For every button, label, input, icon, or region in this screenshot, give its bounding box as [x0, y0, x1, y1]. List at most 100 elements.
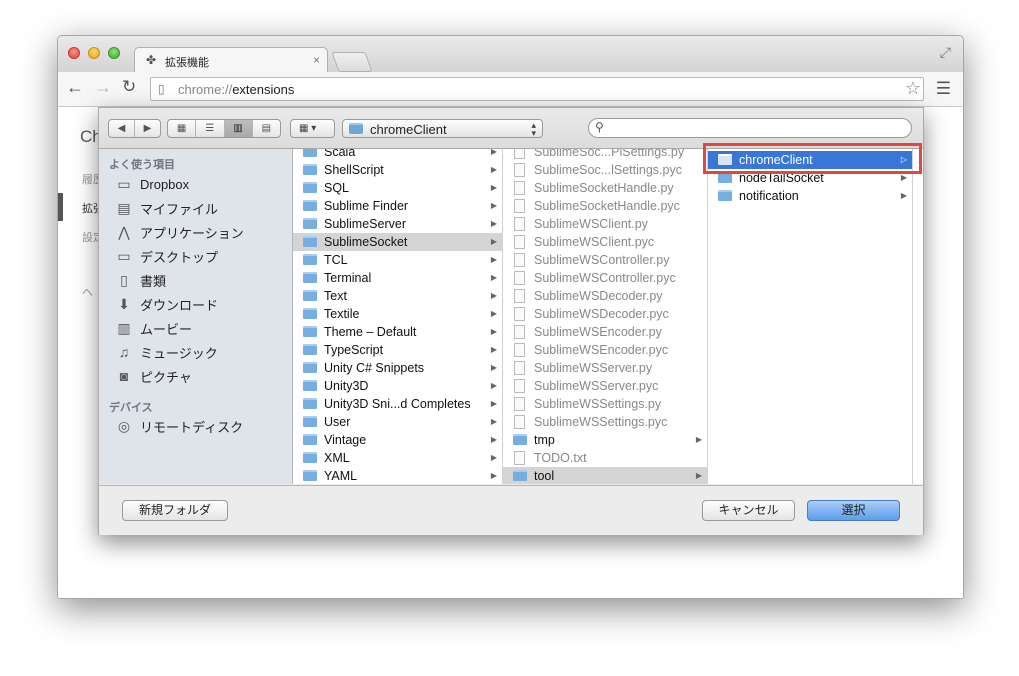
folder-row[interactable]: TypeScript ▶ — [293, 341, 502, 359]
file-row[interactable]: SublimeWSEncoder.py — [503, 323, 707, 341]
bookmark-star-icon[interactable]: ☆ — [905, 78, 921, 99]
folder-row[interactable]: Unity3D ▶ — [293, 377, 502, 395]
item-name: Unity C# Snippets — [324, 361, 425, 375]
back-arrow-icon[interactable]: ◀ — [109, 120, 134, 137]
file-row[interactable]: SublimeWSClient.py — [503, 215, 707, 233]
sidebar-item-remote-disc[interactable]: ◎ リモートディスク — [115, 415, 243, 437]
select-button[interactable]: 選択 — [807, 500, 900, 521]
folder-row[interactable]: Terminal ▶ — [293, 269, 502, 287]
folder-row[interactable]: Unity C# Snippets ▶ — [293, 359, 502, 377]
folder-row[interactable]: tmp ▶ — [503, 431, 707, 449]
sidebar-item-label: ムービー — [140, 321, 193, 337]
fullscreen-icon[interactable]: ⤢ — [940, 44, 951, 61]
sidebar-item-movies[interactable]: ▥ ムービー — [115, 317, 192, 339]
search-input[interactable]: ⚲ — [588, 118, 912, 138]
arrange-menu-button[interactable]: ▦ ▾ — [290, 119, 335, 138]
close-window-button[interactable] — [68, 47, 80, 59]
tab-close-button[interactable]: × — [313, 53, 320, 67]
folder-icon — [303, 164, 317, 175]
sidebar-item-downloads[interactable]: ⬇ ダウンロード — [115, 293, 218, 315]
browser-column-1: Scala ▶ ShellScript ▶ SQL ▶ Sublime Finder ▶ Sub… — [293, 149, 503, 484]
sidebar-item-desktop[interactable]: ▭ デスクトップ — [115, 245, 218, 267]
sidebar-item-documents[interactable]: ▯ 書類 — [115, 269, 166, 291]
file-row[interactable]: SublimeWSClient.pyc — [503, 233, 707, 251]
cancel-button[interactable]: キャンセル — [702, 500, 795, 521]
file-row[interactable]: SublimeSoc...PlSettings.py — [503, 149, 707, 161]
file-row[interactable]: SublimeWSDecoder.py — [503, 287, 707, 305]
file-row[interactable]: SublimeWSSettings.py — [503, 395, 707, 413]
icon-view-icon[interactable]: ▦ — [168, 120, 195, 137]
file-row[interactable]: SublimeWSController.pyc — [503, 269, 707, 287]
folder-row[interactable]: YAML ▶ — [293, 467, 502, 484]
reload-button[interactable]: ↻ — [122, 77, 136, 97]
folder-row[interactable]: notification ▶ — [708, 187, 912, 205]
zoom-window-button[interactable] — [108, 47, 120, 59]
folder-row[interactable]: tool ▶ — [503, 467, 707, 484]
browser-column-empty — [913, 149, 923, 484]
document-icon — [514, 307, 525, 321]
sidebar-item-my-files[interactable]: ▤ マイファイル — [115, 197, 218, 219]
forward-arrow-icon[interactable]: ▶ — [134, 120, 160, 137]
folder-row[interactable]: SublimeSocket ▶ — [293, 233, 502, 251]
folder-row[interactable]: Vintage ▶ — [293, 431, 502, 449]
folder-row[interactable]: Unity3D Sni...d Completes ▶ — [293, 395, 502, 413]
file-row[interactable]: SublimeWSEncoder.pyc — [503, 341, 707, 359]
file-row[interactable]: SublimeSoc...lSettings.pyc — [503, 161, 707, 179]
sidebar-item-music[interactable]: ♫ ミュージック — [115, 341, 218, 363]
page-icon: ▯ — [158, 82, 165, 96]
folder-row[interactable]: Sublime Finder ▶ — [293, 197, 502, 215]
folder-icon — [303, 380, 317, 391]
document-icon — [514, 343, 525, 357]
folder-icon — [513, 470, 527, 481]
folder-row[interactable]: Theme – Default ▶ — [293, 323, 502, 341]
folder-row[interactable]: XML ▶ — [293, 449, 502, 467]
file-row[interactable]: SublimeWSController.py — [503, 251, 707, 269]
coverflow-view-icon[interactable]: ▤ — [251, 120, 280, 137]
item-name: SublimeWSEncoder.py — [534, 325, 662, 339]
folder-icon — [303, 416, 317, 427]
updown-arrows-icon: ▴ ▾ — [531, 120, 536, 138]
folder-row[interactable]: TCL ▶ — [293, 251, 502, 269]
column-view-icon[interactable]: ▥ — [223, 120, 252, 137]
forward-button[interactable]: → — [94, 77, 112, 98]
minimize-window-button[interactable] — [88, 47, 100, 59]
folder-icon — [303, 149, 317, 157]
file-row[interactable]: SublimeWSSettings.pyc — [503, 413, 707, 431]
path-popup-button[interactable]: chromeClient ▴ ▾ — [342, 119, 543, 138]
folder-icon — [303, 200, 317, 211]
disclosure-arrow-icon: ▶ — [490, 183, 497, 192]
sidebar-item-label: ピクチャ — [140, 369, 192, 385]
folder-row[interactable]: Textile ▶ — [293, 305, 502, 323]
file-row[interactable]: SublimeSocketHandle.py — [503, 179, 707, 197]
list-view-icon[interactable]: ☰ — [195, 120, 223, 137]
sidebar-item-applications[interactable]: ⋀ アプリケーション — [115, 221, 244, 243]
file-row[interactable]: SublimeSocketHandle.pyc — [503, 197, 707, 215]
disclosure-arrow-icon: ▶ — [490, 273, 497, 282]
item-name: ShellScript — [324, 163, 384, 177]
sidebar-item-pictures[interactable]: ◙ ピクチャ — [115, 365, 192, 387]
folder-row[interactable]: ShellScript ▶ — [293, 161, 502, 179]
file-row[interactable]: TODO.txt — [503, 449, 707, 467]
document-icon — [514, 415, 525, 429]
back-button[interactable]: ← — [66, 77, 84, 98]
file-row[interactable]: SublimeWSDecoder.pyc — [503, 305, 707, 323]
file-row[interactable]: SublimeWSServer.pyc — [503, 377, 707, 395]
callout-highlight-box — [703, 143, 922, 174]
folder-row[interactable]: User ▶ — [293, 413, 502, 431]
folder-row[interactable]: SQL ▶ — [293, 179, 502, 197]
chrome-menu-button[interactable]: ☰ — [936, 79, 951, 99]
sidebar-item-dropbox[interactable]: ▭ Dropbox — [115, 173, 189, 195]
tab-extensions[interactable]: ✤ 拡張機能 × — [134, 47, 328, 73]
search-icon: ⚲ — [595, 120, 604, 134]
file-row[interactable]: SublimeWSServer.py — [503, 359, 707, 377]
folder-row[interactable]: Text ▶ — [293, 287, 502, 305]
new-folder-button[interactable]: 新規フォルダ — [122, 500, 228, 521]
address-bar[interactable]: ▯ chrome://extensions ☆ — [150, 77, 924, 101]
folder-row[interactable]: SublimeServer ▶ — [293, 215, 502, 233]
document-icon — [514, 397, 525, 411]
applications-icon: ⋀ — [118, 224, 130, 240]
item-name: User — [324, 415, 351, 429]
new-tab-button[interactable] — [331, 52, 373, 72]
nav-item-help[interactable]: ヘ — [82, 284, 93, 300]
folder-row[interactable]: Scala ▶ — [293, 149, 502, 161]
